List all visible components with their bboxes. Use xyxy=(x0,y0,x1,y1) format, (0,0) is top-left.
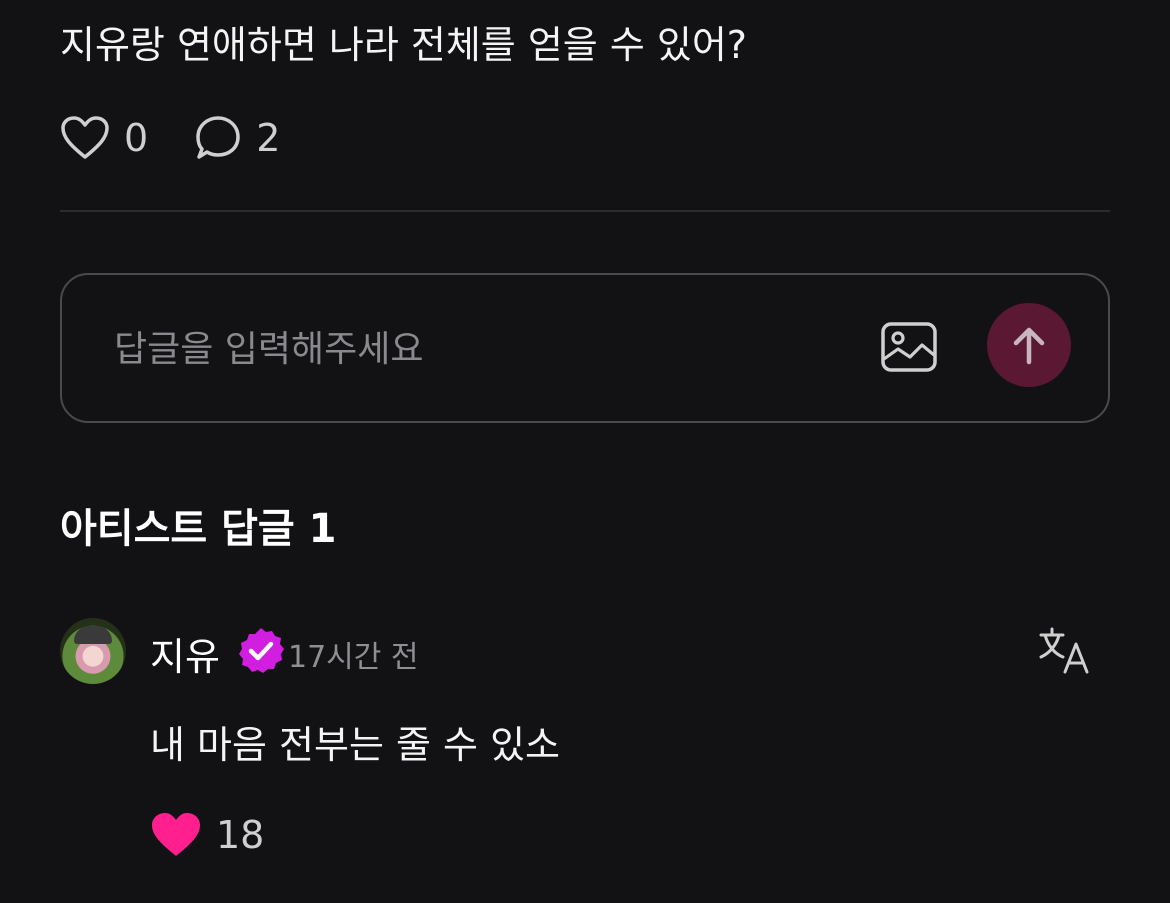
divider xyxy=(60,210,1110,212)
artist-comment: 지유 17시간 전 내 마음 전부는 줄 수 있소 18 xyxy=(60,618,1110,878)
heart-filled-icon xyxy=(152,813,200,856)
post-detail-screen: 지유랑 연애하면 나라 전체를 얻을 수 있어? 0 2 답글을 입력해주세요 … xyxy=(0,0,1170,903)
heart-outline-icon xyxy=(61,116,109,159)
avatar[interactable] xyxy=(60,618,126,684)
artist-replies-title: 아티스트 답글 1 xyxy=(60,506,337,552)
comment-like-count: 18 xyxy=(216,813,265,857)
like-button[interactable]: 0 xyxy=(60,115,148,161)
image-icon xyxy=(881,322,937,372)
attach-image-button[interactable] xyxy=(880,319,938,377)
comment-bubble-icon xyxy=(196,116,240,159)
post-text: 지유랑 연애하면 나라 전체를 얻을 수 있어? xyxy=(60,23,747,67)
post-reactions: 0 2 xyxy=(60,112,326,164)
verified-badge-icon xyxy=(239,628,284,673)
reply-box xyxy=(60,273,1110,423)
like-count: 0 xyxy=(124,116,149,160)
reply-input[interactable] xyxy=(112,319,816,379)
arrow-up-icon xyxy=(1013,327,1045,365)
comment-time: 17시간 전 xyxy=(288,640,419,675)
comment-text: 내 마음 전부는 줄 수 있소 xyxy=(150,723,560,767)
comment-button[interactable]: 2 xyxy=(194,114,280,162)
comment-count: 2 xyxy=(256,116,281,160)
translate-icon[interactable] xyxy=(1038,626,1090,676)
send-button[interactable] xyxy=(987,303,1071,387)
comment-author: 지유 xyxy=(150,635,220,679)
comment-like-button[interactable]: 18 xyxy=(150,812,264,858)
